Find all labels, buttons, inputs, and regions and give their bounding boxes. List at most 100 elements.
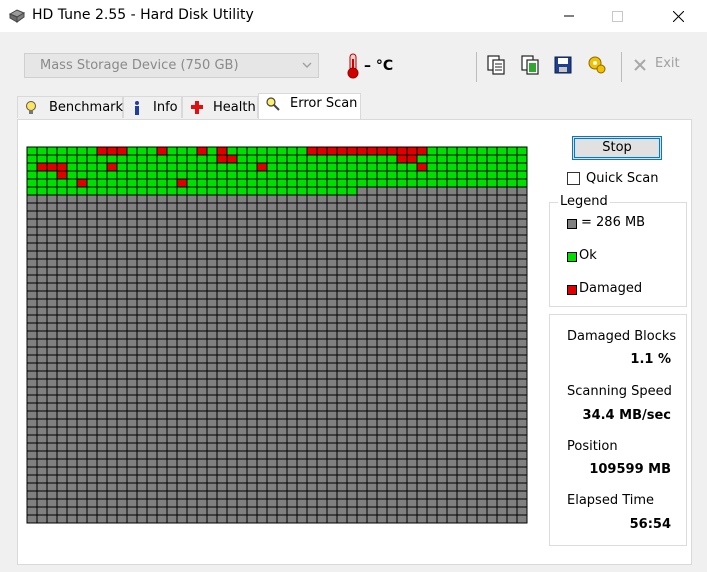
grid-block bbox=[146, 474, 158, 484]
copy-screenshot-icon[interactable] bbox=[519, 54, 541, 76]
grid-block bbox=[476, 250, 488, 260]
grid-block bbox=[446, 386, 458, 396]
grid-block bbox=[396, 450, 408, 460]
grid-block bbox=[346, 146, 358, 156]
grid-block bbox=[116, 338, 128, 348]
grid-block bbox=[496, 402, 508, 412]
grid-block bbox=[216, 514, 228, 524]
grid-block bbox=[376, 218, 388, 228]
grid-block bbox=[66, 298, 78, 308]
grid-block bbox=[466, 338, 478, 348]
grid-block bbox=[326, 450, 338, 460]
grid-block bbox=[406, 258, 418, 268]
grid-block bbox=[176, 370, 188, 380]
grid-block bbox=[76, 274, 88, 284]
grid-block bbox=[456, 266, 468, 276]
grid-block bbox=[286, 370, 298, 380]
grid-block bbox=[406, 498, 418, 508]
tab-error-scan[interactable]: Error Scan bbox=[258, 93, 361, 119]
tab-benchmark[interactable]: Benchmark bbox=[17, 96, 123, 118]
grid-block bbox=[246, 362, 258, 372]
grid-block bbox=[486, 226, 498, 236]
grid-block bbox=[146, 362, 158, 372]
grid-block bbox=[176, 234, 188, 244]
grid-block bbox=[136, 218, 148, 228]
minimize-button[interactable] bbox=[546, 0, 592, 32]
save-icon[interactable] bbox=[552, 54, 574, 76]
grid-block bbox=[26, 378, 38, 388]
grid-block bbox=[426, 354, 438, 364]
grid-block bbox=[276, 306, 288, 316]
grid-block bbox=[486, 274, 498, 284]
grid-block bbox=[156, 250, 168, 260]
checkbox-box[interactable] bbox=[567, 172, 580, 185]
grid-block bbox=[46, 458, 58, 468]
grid-block bbox=[446, 450, 458, 460]
grid-block bbox=[66, 442, 78, 452]
grid-block bbox=[286, 162, 298, 172]
grid-block bbox=[326, 490, 338, 500]
grid-block bbox=[236, 506, 248, 516]
grid-block bbox=[26, 338, 38, 348]
stop-button[interactable]: Stop bbox=[572, 136, 662, 160]
grid-block bbox=[366, 458, 378, 468]
grid-block bbox=[346, 474, 358, 484]
grid-block bbox=[376, 202, 388, 212]
grid-block bbox=[76, 394, 88, 404]
grid-block bbox=[456, 202, 468, 212]
grid-block bbox=[216, 274, 228, 284]
grid-block bbox=[446, 154, 458, 164]
tab-health[interactable]: Health bbox=[182, 96, 258, 118]
grid-block bbox=[286, 378, 298, 388]
grid-block bbox=[46, 506, 58, 516]
options-gear-icon[interactable] bbox=[586, 54, 608, 76]
grid-block bbox=[136, 226, 148, 236]
grid-block bbox=[266, 314, 278, 324]
grid-block bbox=[156, 146, 168, 156]
grid-block bbox=[426, 154, 438, 164]
grid-block bbox=[66, 386, 78, 396]
grid-block bbox=[316, 458, 328, 468]
grid-block bbox=[326, 330, 338, 340]
grid-block bbox=[26, 386, 38, 396]
close-button[interactable] bbox=[655, 0, 701, 32]
grid-block bbox=[56, 282, 68, 292]
grid-block bbox=[56, 186, 68, 196]
grid-block bbox=[196, 218, 208, 228]
tab-info[interactable]: Info bbox=[123, 96, 182, 118]
grid-block bbox=[136, 242, 148, 252]
grid-block bbox=[366, 498, 378, 508]
grid-block bbox=[456, 258, 468, 268]
grid-block bbox=[26, 482, 38, 492]
grid-block bbox=[456, 298, 468, 308]
grid-block bbox=[46, 170, 58, 180]
grid-block bbox=[496, 290, 508, 300]
grid-block bbox=[146, 218, 158, 228]
grid-block bbox=[256, 186, 268, 196]
grid-block bbox=[396, 306, 408, 316]
grid-block bbox=[496, 434, 508, 444]
grid-block bbox=[256, 162, 268, 172]
maximize-button[interactable] bbox=[594, 0, 640, 32]
grid-block bbox=[66, 418, 78, 428]
grid-block bbox=[76, 298, 88, 308]
copy-text-icon[interactable] bbox=[485, 54, 507, 76]
grid-block bbox=[266, 330, 278, 340]
grid-block bbox=[166, 202, 178, 212]
grid-block bbox=[146, 458, 158, 468]
grid-block bbox=[416, 258, 428, 268]
grid-block bbox=[386, 410, 398, 420]
grid-block bbox=[306, 354, 318, 364]
grid-block bbox=[356, 394, 368, 404]
grid-block bbox=[416, 442, 428, 452]
grid-block bbox=[66, 514, 78, 524]
drive-select[interactable]: Mass Storage Device (750 GB) bbox=[24, 53, 319, 78]
grid-block bbox=[476, 426, 488, 436]
grid-block bbox=[46, 450, 58, 460]
grid-block bbox=[316, 362, 328, 372]
grid-block bbox=[396, 474, 408, 484]
grid-block bbox=[436, 266, 448, 276]
grid-block bbox=[96, 170, 108, 180]
grid-block bbox=[96, 242, 108, 252]
grid-block bbox=[116, 242, 128, 252]
